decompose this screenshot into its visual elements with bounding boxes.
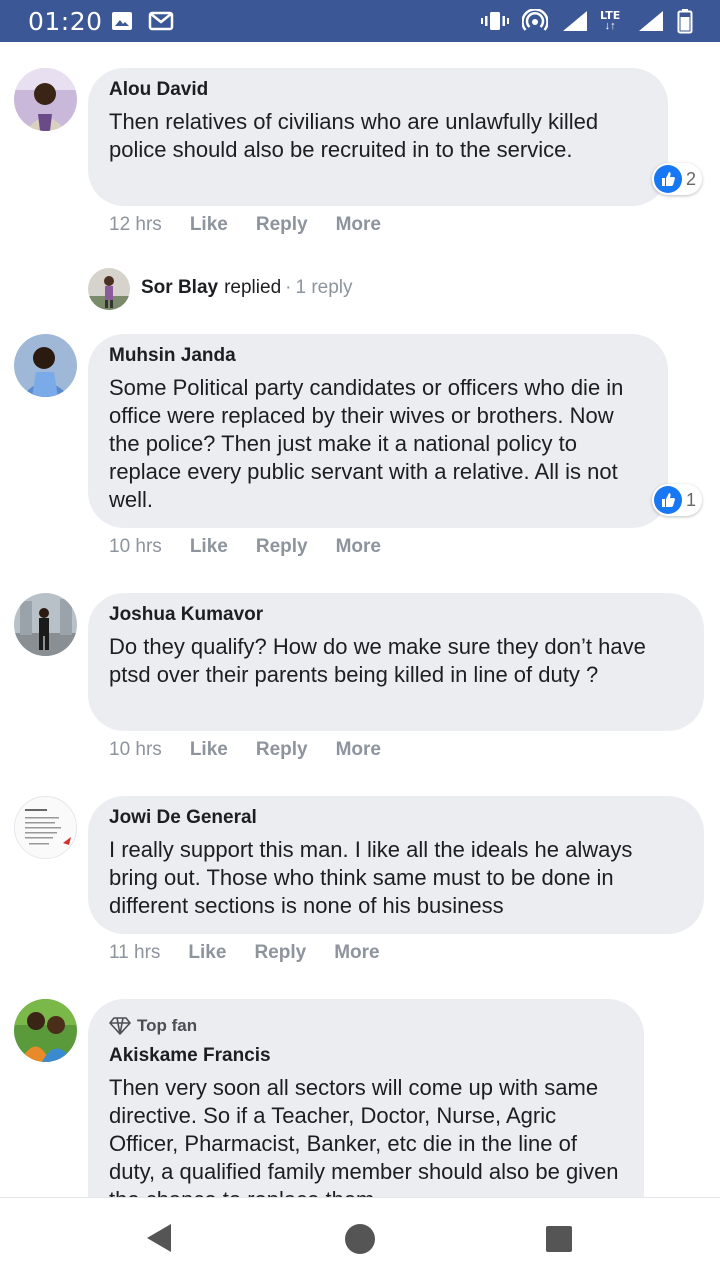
avatar-alou-david[interactable] [14, 68, 77, 131]
top-fan-badge: Top fan [109, 1015, 624, 1037]
comment-text: Then relatives of civilians who are unla… [109, 109, 599, 162]
avatar-joshua-kumavor[interactable] [14, 593, 77, 656]
hotspot-icon [522, 0, 548, 42]
reaction-count-badge[interactable]: 2 [652, 163, 703, 195]
reaction-count: 2 [686, 168, 697, 189]
comment-bubble[interactable]: Joshua Kumavor Do they qualify? How do w… [88, 593, 704, 731]
reply-button[interactable]: Reply [256, 739, 308, 761]
comment-bubble[interactable]: Alou David Then relatives of civilians w… [88, 68, 668, 206]
gmail-icon [148, 0, 174, 42]
avatar-sor-blay[interactable] [88, 268, 130, 310]
image-icon [111, 0, 133, 42]
comment-author[interactable]: Muhsin Janda [109, 345, 648, 367]
reply-button[interactable]: Reply [256, 536, 308, 558]
reply-action: replied [224, 277, 282, 298]
comment-time: 10 hrs [109, 536, 162, 557]
reply-button[interactable]: Reply [254, 942, 306, 964]
comment-bubble[interactable]: Muhsin Janda Some Political party candid… [88, 334, 668, 528]
comment-bubble[interactable]: Jowi De General I really support this ma… [88, 796, 704, 934]
status-time: 01:20 [28, 7, 103, 36]
reply-button[interactable]: Reply [256, 214, 308, 236]
more-button[interactable]: More [334, 942, 379, 964]
comment-time: 11 hrs [109, 942, 161, 963]
signal-icon [561, 0, 589, 42]
comment-text: I really support this man. I like all th… [109, 837, 633, 918]
recents-icon[interactable] [545, 1225, 573, 1258]
avatar-jowi-de-general[interactable] [14, 796, 77, 859]
battery-icon [677, 0, 693, 42]
signal-strength-icon [637, 0, 665, 42]
reaction-count: 1 [686, 489, 697, 510]
like-button[interactable]: Like [190, 536, 228, 558]
reaction-count-badge[interactable]: 1 [652, 484, 703, 516]
comment-actions: 10 hrs Like Reply More [109, 739, 381, 761]
more-button[interactable]: More [336, 536, 381, 558]
comment-author[interactable]: Akiskame Francis [109, 1045, 624, 1067]
avatar-akiskame-francis[interactable] [14, 999, 77, 1062]
home-icon[interactable] [344, 1223, 376, 1260]
like-reaction-icon [654, 165, 682, 193]
android-nav-bar [0, 1197, 720, 1280]
reply-author[interactable]: Sor Blay [141, 277, 218, 299]
reply-separator: · [285, 277, 292, 298]
vibrate-icon [481, 0, 509, 42]
comment-author[interactable]: Alou David [109, 79, 648, 101]
comment-author[interactable]: Joshua Kumavor [109, 604, 684, 626]
more-button[interactable]: More [336, 214, 381, 236]
status-bar: 01:20 LTE ↓↑ [0, 0, 720, 42]
comment-actions: 11 hrs Like Reply More [109, 942, 380, 964]
comments-feed[interactable]: Alou David Then relatives of civilians w… [0, 42, 720, 1197]
comment-text: Then very soon all sectors will come up … [109, 1075, 619, 1197]
signal-lte-icon: LTE ↓↑ [600, 9, 621, 32]
diamond-icon [109, 1017, 131, 1035]
comment-actions: 10 hrs Like Reply More [109, 536, 381, 558]
reply-count[interactable]: 1 reply [295, 277, 352, 299]
like-button[interactable]: Like [190, 739, 228, 761]
avatar-muhsin-janda[interactable] [14, 334, 77, 397]
comment-time: 10 hrs [109, 739, 162, 760]
comment-actions: 12 hrs Like Reply More [109, 214, 381, 236]
back-icon[interactable] [145, 1222, 173, 1259]
like-button[interactable]: Like [190, 214, 228, 236]
like-button[interactable]: Like [188, 942, 226, 964]
top-fan-label: Top fan [137, 1016, 198, 1035]
like-reaction-icon [654, 486, 682, 514]
comment-bubble[interactable]: Top fan Akiskame Francis Then very soon … [88, 999, 644, 1197]
comment-time: 12 hrs [109, 214, 162, 235]
view-replies-link[interactable]: Sor Blay replied · 1 reply [141, 277, 353, 299]
more-button[interactable]: More [336, 739, 381, 761]
comment-author[interactable]: Jowi De General [109, 807, 684, 829]
comment-text: Do they qualify? How do we make sure the… [109, 634, 646, 687]
comment-text: Some Political party candidates or offic… [109, 375, 624, 512]
